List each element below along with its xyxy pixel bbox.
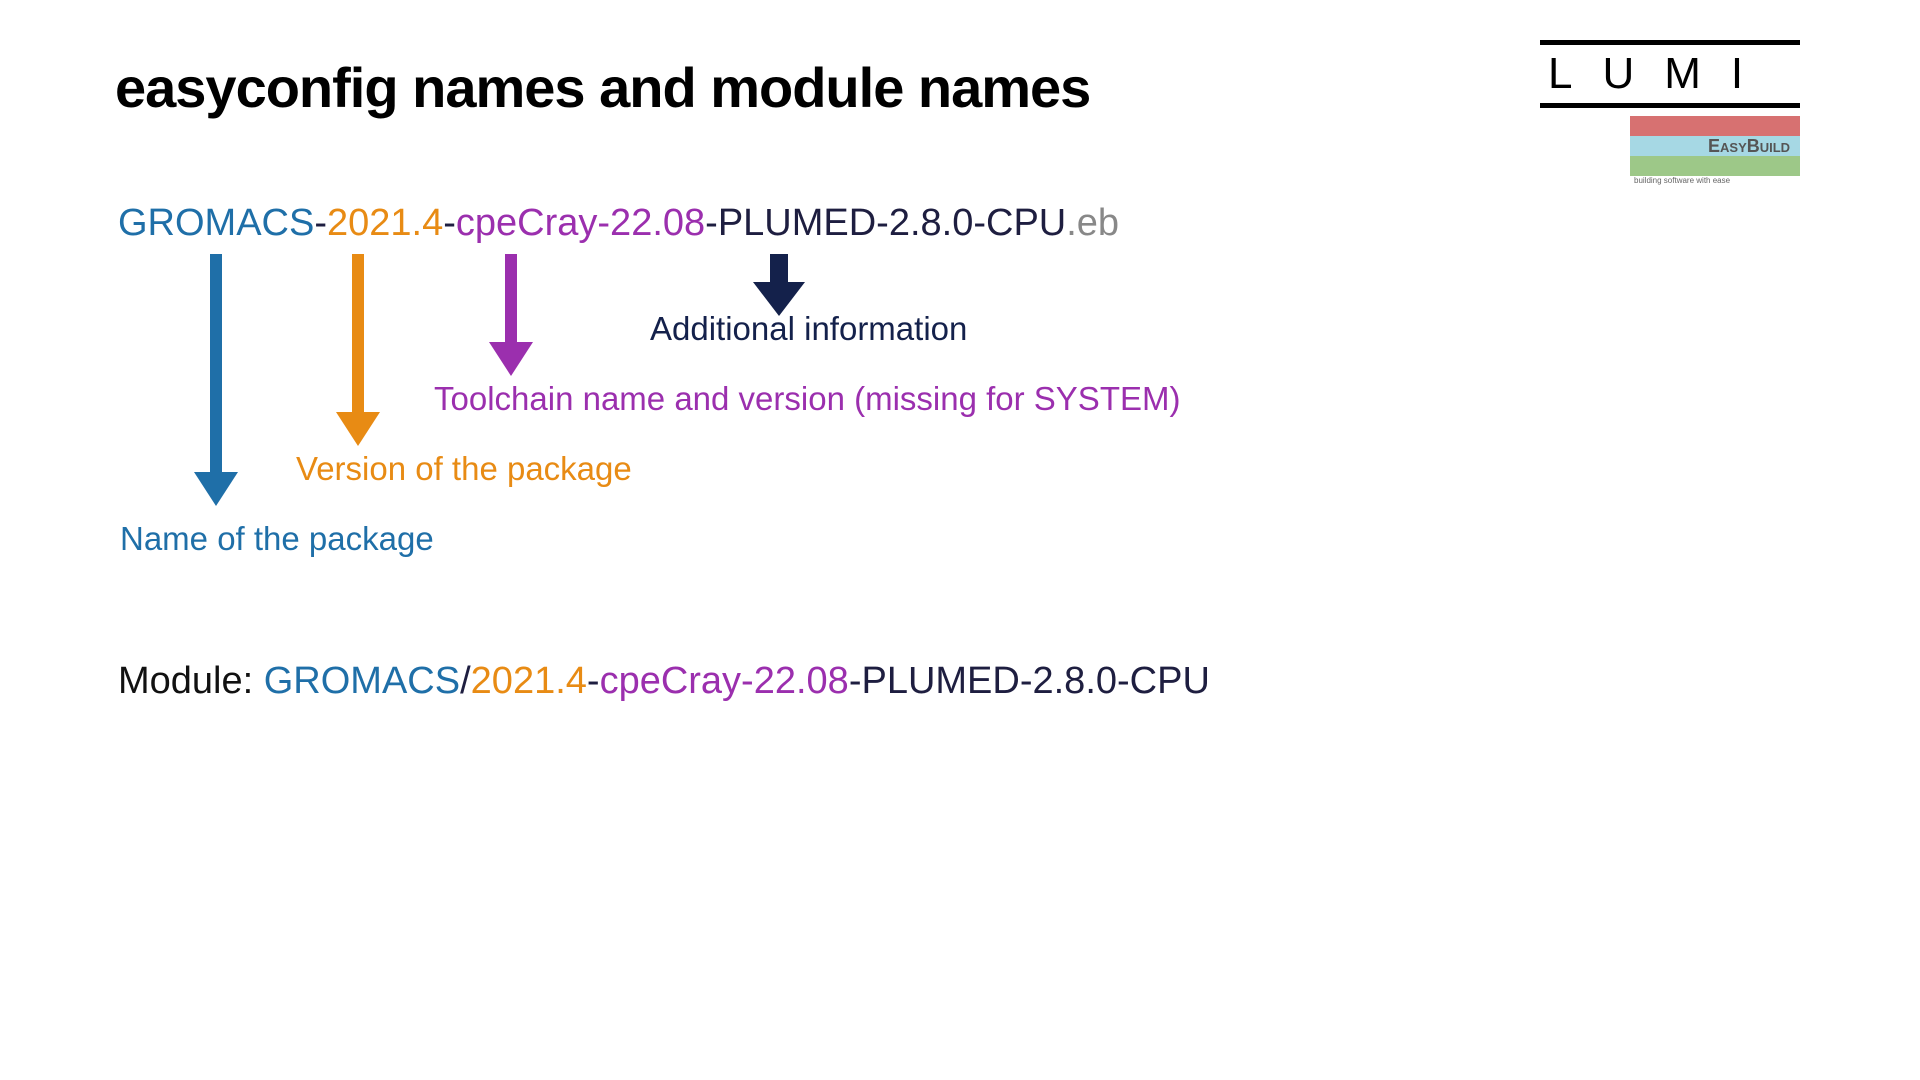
caption-version: Version of the package (296, 450, 632, 488)
module-toolchain: cpeCray-22.08 (600, 660, 849, 702)
module-sep: / (460, 660, 471, 702)
easyconfig-filename: GROMACS-2021.4-cpeCray-22.08-PLUMED-2.8.… (118, 202, 1119, 245)
module-version: 2021.4 (471, 660, 587, 702)
lumi-text: LUMI (1540, 47, 1800, 103)
caption-name: Name of the package (120, 520, 434, 558)
module-line: Module: GROMACS/2021.4-cpeCray-22.08-PLU… (118, 660, 1210, 703)
module-label: Module: (118, 660, 264, 702)
module-suffix: PLUMED-2.8.0-CPU (861, 660, 1209, 702)
part-suffix: PLUMED-2.8.0-CPU (718, 202, 1066, 244)
easybuild-tagline: building software with ease (1634, 176, 1800, 185)
module-name: GROMACS (264, 660, 460, 702)
caption-extra: Additional information (650, 310, 967, 348)
part-version: 2021.4 (327, 202, 443, 244)
caption-toolchain: Toolchain name and version (missing for … (434, 380, 1180, 418)
part-ext: .eb (1066, 202, 1119, 244)
arrow-name (194, 254, 238, 506)
lumi-logo: LUMI EasyBuild building software with ea… (1540, 40, 1800, 185)
arrow-extra (753, 254, 805, 316)
part-name: GROMACS (118, 202, 314, 244)
slide-title: easyconfig names and module names (115, 55, 1090, 120)
part-toolchain: cpeCray-22.08 (456, 202, 705, 244)
arrow-toolchain (489, 254, 533, 376)
arrow-version (336, 254, 380, 446)
easybuild-text: EasyBuild (1708, 136, 1790, 157)
